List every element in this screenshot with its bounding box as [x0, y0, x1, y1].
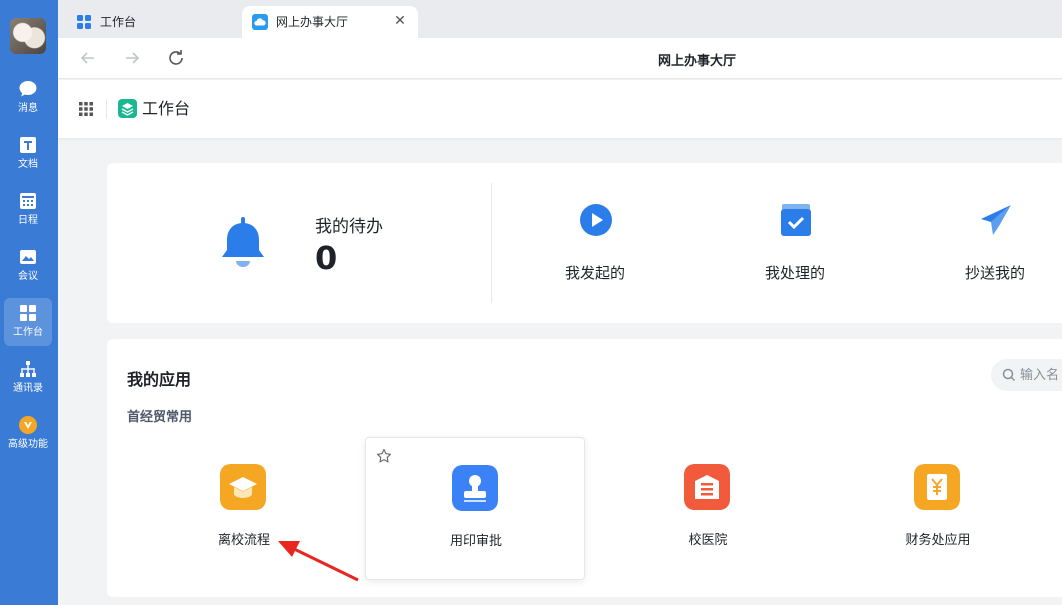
- my-apps-card: 我的应用 首经贸常用 离校流程 用印审批 校医院 财务处应用: [107, 339, 1062, 597]
- search-input[interactable]: [1020, 366, 1062, 384]
- seal-stamp-icon: [452, 465, 498, 511]
- check-box-icon: [781, 204, 811, 236]
- rail-item-label: 日程: [18, 215, 38, 226]
- close-icon[interactable]: ✕: [392, 13, 408, 29]
- rail-item-label: 会议: [18, 271, 38, 282]
- app-tile-leave-school[interactable]: 离校流程: [134, 437, 354, 580]
- rail-item-premium[interactable]: 高级功能: [4, 410, 52, 458]
- left-rail: 消息 文档 日程 会议 工作台 通讯录 高级功能: [0, 0, 58, 605]
- rail-item-contacts[interactable]: 通讯录: [4, 354, 52, 402]
- tab-label: 工作台: [100, 15, 137, 29]
- paper-plane-icon: [981, 205, 1011, 235]
- todo-count[interactable]: 0: [315, 239, 337, 277]
- workbench-grid-icon: [20, 305, 36, 321]
- rail-item-workbench[interactable]: 工作台: [4, 298, 52, 346]
- graduation-cap-icon: [220, 464, 266, 510]
- bell-icon: [222, 217, 264, 267]
- quick-action-label: 抄送我的: [964, 264, 1025, 282]
- app-label: 财务处应用: [905, 533, 971, 548]
- workbench-grid-icon: [77, 15, 91, 29]
- nav-bar: 网上办事大厅: [58, 38, 1062, 79]
- tab-workbench[interactable]: 工作台: [58, 6, 242, 38]
- quick-action-handled[interactable]: 我处理的: [735, 203, 855, 283]
- avatar[interactable]: [10, 18, 46, 54]
- rail-item-label: 文档: [18, 159, 38, 170]
- app-tile-seal-approval[interactable]: 用印审批: [365, 437, 585, 580]
- rail-item-label: 消息: [18, 103, 38, 114]
- todo-label: 我的待办: [315, 217, 383, 237]
- app-tile-school-hospital[interactable]: 校医院: [598, 437, 818, 580]
- app-label: 校医院: [688, 533, 728, 548]
- rail-item-label: 工作台: [13, 327, 43, 338]
- org-chart-icon: [20, 361, 36, 377]
- todo-summary-card: 我的待办 0 我发起的 我处理的 抄送我的: [107, 163, 1062, 323]
- chat-bubble-icon: [19, 81, 37, 97]
- rail-item-meeting[interactable]: 会议: [4, 242, 52, 290]
- cloud-icon: [252, 14, 268, 30]
- section-title: 我的应用: [127, 370, 192, 389]
- finance-yen-icon: [914, 464, 960, 510]
- forward-arrow-icon[interactable]: [122, 48, 142, 68]
- meeting-icon: [20, 250, 36, 264]
- divider: [106, 99, 107, 119]
- rail-item-calendar[interactable]: 日程: [4, 186, 52, 234]
- refresh-icon[interactable]: [166, 48, 186, 68]
- app-header: 工作台: [58, 80, 1062, 138]
- document-icon: [20, 137, 36, 153]
- tab-label: 网上办事大厅: [276, 15, 349, 29]
- divider: [491, 183, 492, 303]
- quick-action-label: 我发起的: [564, 264, 625, 282]
- rail-item-docs[interactable]: 文档: [4, 130, 52, 178]
- app-search-box[interactable]: [991, 359, 1062, 391]
- header-title: 工作台: [142, 99, 191, 118]
- app-label: 用印审批: [449, 534, 502, 549]
- calendar-icon: [20, 193, 36, 209]
- page-title: 网上办事大厅: [658, 54, 737, 69]
- section-subtitle: 首经贸常用: [127, 410, 193, 425]
- tab-online-service-hall[interactable]: 网上办事大厅 ✕: [242, 6, 418, 38]
- search-icon: [1002, 368, 1016, 382]
- back-arrow-icon[interactable]: [78, 48, 98, 68]
- rail-item-label: 高级功能: [8, 439, 48, 450]
- quick-action-cc-me[interactable]: 抄送我的: [935, 203, 1055, 283]
- app-tile-finance[interactable]: 财务处应用: [828, 437, 1048, 580]
- workbench-logo-icon: [118, 99, 137, 118]
- rail-item-messages[interactable]: 消息: [4, 74, 52, 122]
- tab-bar: 工作台 网上办事大厅 ✕: [58, 0, 1062, 38]
- app-launcher-grid-icon[interactable]: [78, 101, 94, 117]
- play-circle-icon: [580, 204, 612, 236]
- premium-badge-icon: [19, 416, 37, 434]
- quick-action-label: 我处理的: [764, 264, 825, 282]
- star-outline-icon[interactable]: [376, 448, 392, 464]
- rail-item-label: 通讯录: [13, 383, 43, 394]
- quick-action-initiated[interactable]: 我发起的: [535, 203, 655, 283]
- app-label: 离校流程: [217, 533, 270, 548]
- hospital-icon: [684, 464, 730, 510]
